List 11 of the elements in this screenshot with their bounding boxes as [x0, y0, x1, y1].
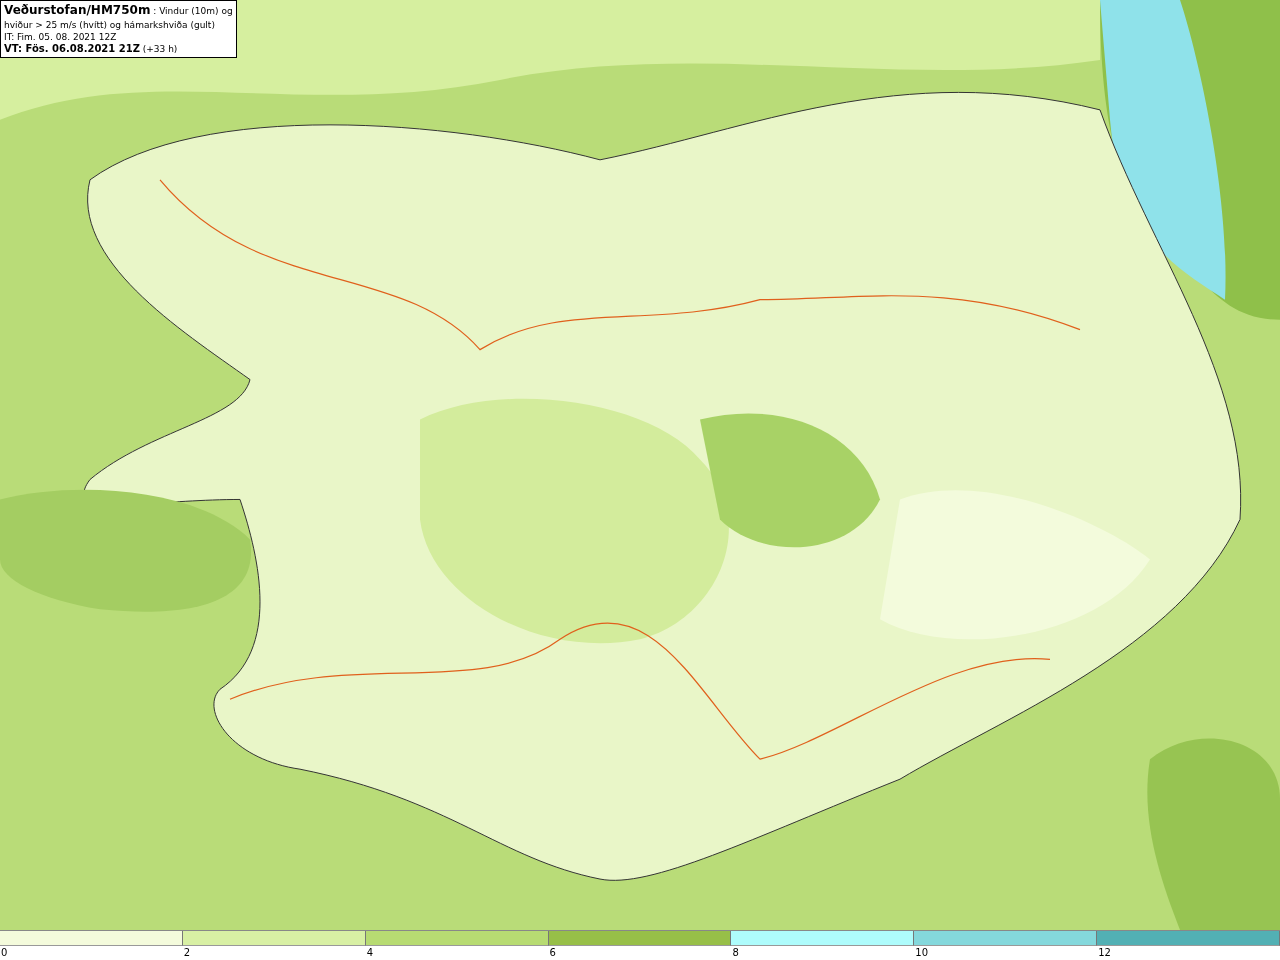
caption-line: hviður > 25 m/s (hvítt) og hámarkshviða (gult) [4, 19, 215, 31]
scale-tick-label: 2 [182, 946, 192, 959]
scale-tick-label: 6 [548, 946, 557, 959]
scale-tick-label: 0 [0, 946, 9, 959]
scale-tick-label: 10 [914, 946, 930, 959]
scale-tick-label: 8 [731, 946, 740, 959]
caption-line: Veðurstofan/HM750m : Vindur (10m) og [4, 3, 233, 19]
caption-line: IT: Fim. 05. 08. 2021 12Z [4, 31, 117, 43]
caption-line: VT: Fös. 06.08.2021 21Z (+33 h) [4, 43, 178, 55]
scale-tick-label: 4 [365, 946, 375, 959]
scale-tick-label: 12 [1097, 946, 1112, 959]
